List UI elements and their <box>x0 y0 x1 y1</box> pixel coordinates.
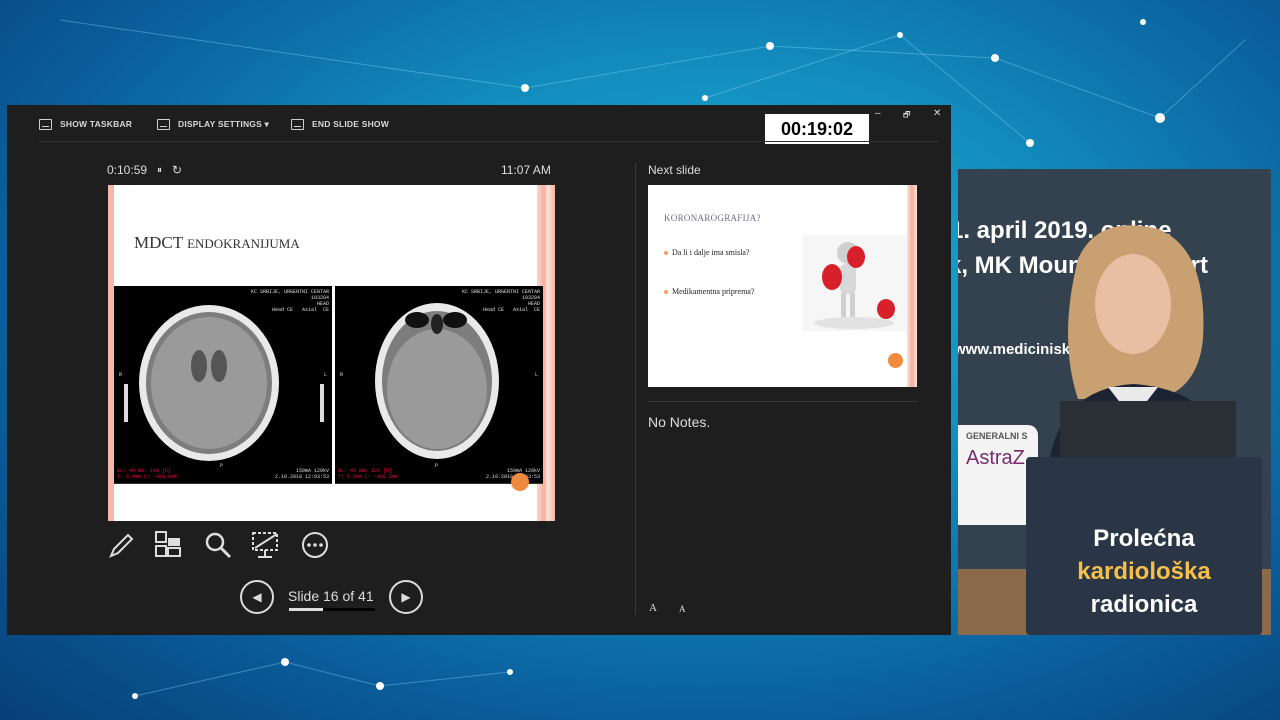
next-slide-label: Next slide <box>648 163 701 177</box>
ct-left-footer-right: 150mA 120kV 2.10.2018 12:03:53 <box>274 468 329 480</box>
slide-counter[interactable]: Slide 16 of 41 <box>288 588 374 604</box>
decrease-font-button[interactable]: A <box>679 604 686 614</box>
increase-font-button[interactable]: A <box>649 602 657 614</box>
slide-title-small: ENDOKRANIJUMA <box>187 236 300 251</box>
slide-progress-bar <box>289 608 375 611</box>
ct-left-footer-left: WL: 40 WW: 100 [D] T: 5.0mm L: -450.0mm <box>117 468 178 480</box>
show-taskbar-button[interactable]: SHOW TASKBAR <box>39 117 132 131</box>
end-slide-show-button[interactable]: END SLIDE SHOW <box>291 117 389 131</box>
ct-right-footer-left: WL: 40 WW: 120 [D] T: 5.0mm L: -465.0mm <box>338 468 399 480</box>
minimize-icon[interactable]: – <box>875 108 881 119</box>
pen-icon[interactable] <box>107 530 137 560</box>
ct-right-marker-l: L <box>534 372 538 378</box>
next-slide-preview[interactable]: KORONAROGRAFIJA? Da li i dalje ima smisl… <box>648 185 917 387</box>
elapsed-time-group: 0:10:59 ⏸ ↻ <box>107 163 182 177</box>
sponsor-brand: AstraZ <box>966 447 1025 469</box>
next-slide-orange-dot <box>888 353 903 368</box>
podium-line-3: radionica <box>1090 591 1198 618</box>
next-slide-bullet-2: Medikamentna priprema? <box>664 287 754 296</box>
show-taskbar-label: SHOW TASKBAR <box>60 119 133 129</box>
previous-slide-button[interactable]: ◀ <box>240 580 274 614</box>
close-icon[interactable]: ✕ <box>933 108 941 119</box>
notes-divider <box>648 401 917 402</box>
ct-brain-left-image <box>124 305 324 461</box>
end-slide-show-label: END SLIDE SHOW <box>312 119 389 129</box>
speaker-video-feed: 1. april 2019. online k, MK Mountain Res… <box>958 169 1271 635</box>
ct-brain-right-image <box>375 303 499 459</box>
presentation-timer: 00:19:02 <box>765 114 869 144</box>
magnifier-icon[interactable] <box>203 530 233 560</box>
chevron-right-icon: ▶ <box>401 590 411 604</box>
next-slide-title: KORONAROGRAFIJA? <box>664 213 761 223</box>
pane-divider[interactable] <box>635 163 636 615</box>
slide-orange-dot <box>511 473 529 491</box>
boxing-figure-image <box>802 235 906 331</box>
next-slide-bullet-1: Da li i dalje ima smisla? <box>664 248 750 257</box>
end-show-icon <box>291 118 304 130</box>
current-clock: 11:07 AM <box>501 163 551 177</box>
elapsed-time: 0:10:59 <box>107 163 148 177</box>
ct-left-marker-r: R <box>119 372 123 378</box>
podium-line-2: kardiološka <box>1077 558 1211 585</box>
ct-scan-left: KC SRBIJE, URGENTNI CENTAR 103284 HEAD H… <box>114 286 332 484</box>
screen-icon[interactable] <box>251 530 281 560</box>
toolbar-divider <box>39 141 939 142</box>
display-settings-label: DISPLAY SETTINGS ▾ <box>178 118 269 129</box>
display-settings-icon <box>157 118 170 130</box>
podium-line-1: Prolećna <box>1093 525 1195 552</box>
next-slide-button[interactable]: ▶ <box>389 580 423 614</box>
presenter-toolbar: SHOW TASKBAR DISPLAY SETTINGS ▾ END SLID… <box>7 105 951 144</box>
taskbar-icon <box>39 118 52 130</box>
speaker-person-image <box>1048 225 1238 469</box>
presenter-view-window: SHOW TASKBAR DISPLAY SETTINGS ▾ END SLID… <box>7 105 951 635</box>
reset-timer-icon[interactable]: ↻ <box>172 163 182 177</box>
restore-icon[interactable]: 🗗 <box>903 109 911 123</box>
next-slide-border <box>907 185 917 387</box>
sponsor-label: GENERALNI S <box>966 431 1028 441</box>
current-slide-preview: MDCT ENDOKRANIJUMA KC SRBIJE, URGENTNI C… <box>108 185 555 521</box>
ct-right-header: KC SRBIJE, URGENTNI CENTAR 103284 HEAD H… <box>461 289 540 313</box>
display-settings-button[interactable]: DISPLAY SETTINGS ▾ <box>157 117 269 131</box>
slide-title-main: MDCT <box>134 233 188 252</box>
ct-left-header: KC SRBIJE, URGENTNI CENTAR 103284 HEAD H… <box>250 289 329 313</box>
ct-scan-right: KC SRBIJE, URGENTNI CENTAR 103284 HEAD H… <box>335 286 543 484</box>
more-icon[interactable] <box>300 530 330 560</box>
grid-icon[interactable] <box>154 530 184 560</box>
chevron-left-icon: ◀ <box>252 590 262 604</box>
ct-right-marker-p: P <box>435 463 439 469</box>
pause-icon[interactable]: ⏸ <box>157 165 162 176</box>
ct-left-marker-l: L <box>323 372 327 378</box>
speaker-notes[interactable]: No Notes. <box>648 414 710 430</box>
ct-left-marker-p: P <box>220 463 224 469</box>
ct-right-marker-r: R <box>340 372 344 378</box>
slide-title: MDCT ENDOKRANIJUMA <box>134 233 300 253</box>
slide-progress-fill <box>289 608 323 611</box>
